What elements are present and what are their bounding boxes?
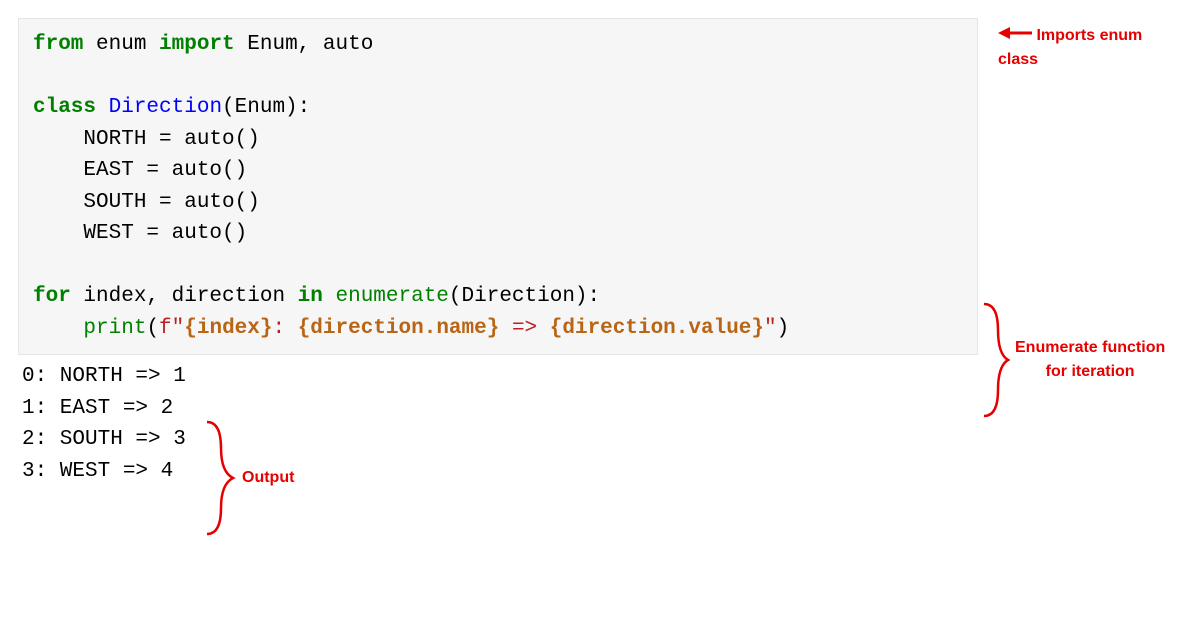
fstring-interp: {index}: [184, 317, 272, 340]
paren: (: [146, 317, 159, 340]
class-name: Direction: [109, 96, 222, 119]
func-enumerate: enumerate: [335, 285, 448, 308]
kw-class: class: [33, 96, 96, 119]
paren: ): [777, 317, 790, 340]
curly-brace-icon: [980, 300, 1008, 420]
annotation-output-text: Output: [242, 469, 294, 486]
str-suffix: ": [764, 317, 777, 340]
fstring-interp: {direction.name}: [298, 317, 500, 340]
output-line: 0: NORTH => 1: [22, 365, 186, 388]
code-text: Enum, auto: [235, 33, 374, 56]
annotation-enumerate: Enumerate function for iteration: [1015, 336, 1165, 384]
annotation-enumerate-line1: Enumerate function: [1015, 336, 1165, 360]
kw-in: in: [298, 285, 323, 308]
curly-brace-icon: [203, 418, 233, 538]
code-line: NORTH = auto(): [33, 128, 260, 151]
output-line: 1: EAST => 2: [22, 397, 173, 420]
code-text: (Direction):: [449, 285, 600, 308]
code-text: enum: [83, 33, 159, 56]
str-part: =>: [499, 317, 549, 340]
func-print: print: [83, 317, 146, 340]
kw-for: for: [33, 285, 71, 308]
fstring-interp: {direction.value}: [550, 317, 764, 340]
code-text: (Enum):: [222, 96, 310, 119]
brace-output: [203, 418, 233, 546]
annotation-enumerate-line2: for iteration: [1015, 360, 1165, 384]
code-line: EAST = auto(): [33, 159, 247, 182]
kw-import: import: [159, 33, 235, 56]
figure-wrapper: Imports enum class from enum import Enum…: [18, 18, 1182, 487]
output-line: 3: WEST => 4: [22, 460, 173, 483]
indent: [33, 317, 83, 340]
brace-enumerate: [980, 300, 1008, 428]
space: [96, 96, 109, 119]
output-line: 2: SOUTH => 3: [22, 428, 186, 451]
annotation-output: Output: [242, 466, 294, 490]
str-part: :: [272, 317, 297, 340]
str-prefix: f": [159, 317, 184, 340]
kw-from: from: [33, 33, 83, 56]
code-line: WEST = auto(): [33, 222, 247, 245]
space: [323, 285, 336, 308]
arrow-left-icon: [998, 24, 1032, 48]
code-text: index, direction: [71, 285, 298, 308]
code-line: SOUTH = auto(): [33, 191, 260, 214]
code-block: from enum import Enum, auto class Direct…: [18, 18, 978, 355]
annotation-imports: Imports enum class: [998, 24, 1182, 72]
